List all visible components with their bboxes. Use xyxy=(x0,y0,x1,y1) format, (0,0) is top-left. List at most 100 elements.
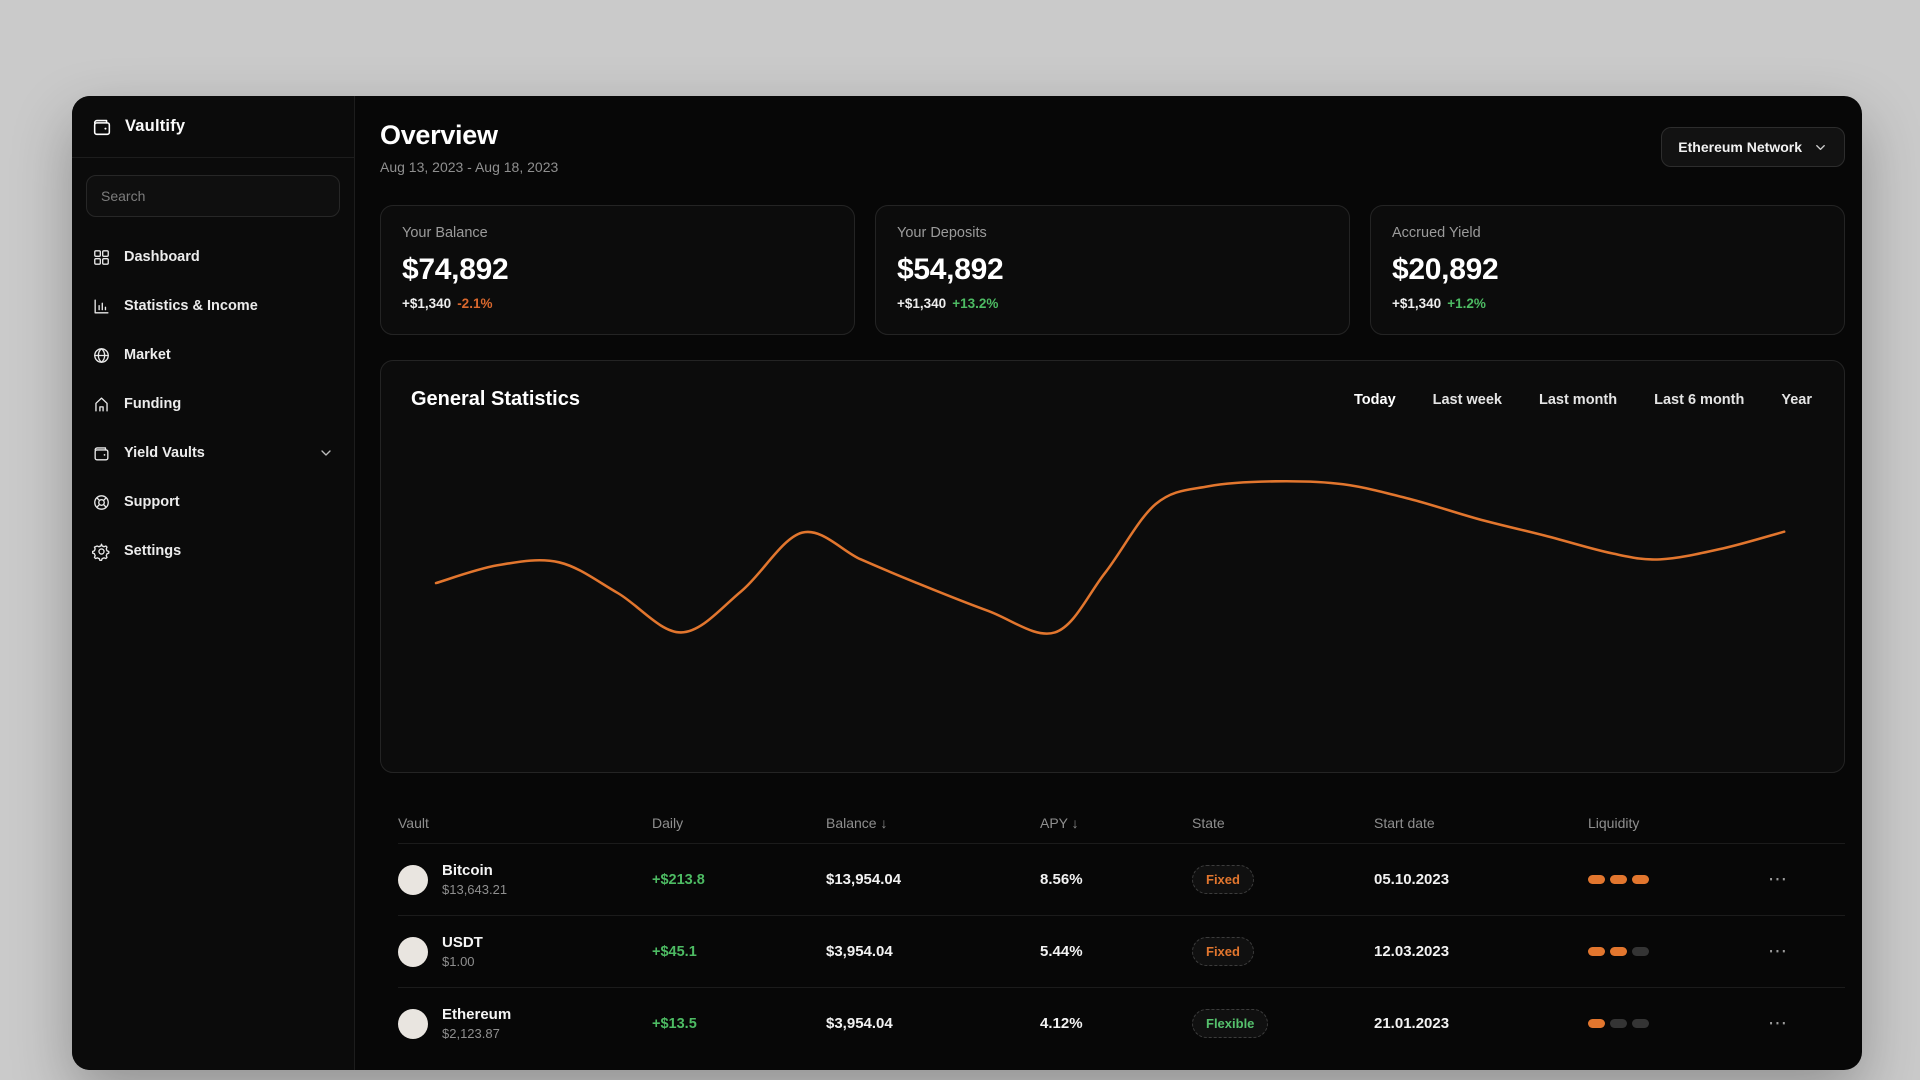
liquidity-dash-inactive xyxy=(1632,947,1649,956)
delta-percent: -2.1% xyxy=(457,296,493,311)
row-menu-button[interactable]: ⋯ xyxy=(1768,942,1845,961)
column-header-daily: Daily xyxy=(652,815,684,831)
stat-card-accrued-yield: Accrued Yield $20,892 +$1,340 +1.2% xyxy=(1370,205,1845,335)
liquidity-dash-active xyxy=(1610,875,1627,884)
vault-price: $2,123.87 xyxy=(442,1026,500,1041)
stat-card-your-deposits: Your Deposits $54,892 +$1,340 +13.2% xyxy=(875,205,1350,335)
balance-value: $13,954.04 xyxy=(826,871,902,888)
daily-change: +$213.8 xyxy=(652,871,705,888)
sidebar-item-dashboard[interactable]: Dashboard xyxy=(86,236,340,278)
apy-value: 8.56% xyxy=(1040,871,1083,888)
card-label: Accrued Yield xyxy=(1392,225,1481,241)
chevron-down-icon xyxy=(1813,140,1828,155)
state-badge: Flexible xyxy=(1192,1009,1269,1038)
vault-cell[interactable]: Ethereum $2,123.87 xyxy=(398,1006,652,1041)
card-delta: +$1,340 +1.2% xyxy=(1392,296,1823,311)
balance-value: $3,954.04 xyxy=(826,1015,893,1032)
column-header-state: State xyxy=(1192,815,1225,831)
statistics-panel: General Statistics Today Last week Last mo… xyxy=(380,360,1845,773)
stat-cards-row: Your Balance $74,892 +$1,340 -2.1% Your Depo… xyxy=(380,205,1845,335)
statistics-chart xyxy=(434,479,1786,635)
wallet-icon xyxy=(92,444,111,463)
page-title: Overview xyxy=(380,120,498,150)
card-label: Your Balance xyxy=(402,225,488,241)
sidebar-item-support[interactable]: Support xyxy=(86,481,340,523)
delta-percent: +1.2% xyxy=(1447,296,1486,311)
delta-amount: +$1,340 xyxy=(402,296,452,311)
column-header-balance[interactable]: Balance ↓ xyxy=(826,815,1040,831)
tab-last-week[interactable]: Last week xyxy=(1433,392,1502,408)
state-badge: Fixed xyxy=(1192,865,1254,894)
liquidity-dash-inactive xyxy=(1610,1019,1627,1028)
stats-icon xyxy=(92,297,111,316)
dashboard-icon xyxy=(92,248,111,267)
sidebar-item-settings[interactable]: Settings xyxy=(86,530,340,572)
sidebar-item-label: Dashboard xyxy=(124,249,200,265)
coin-avatar xyxy=(398,1008,428,1039)
liquidity-dash-active xyxy=(1588,1019,1605,1028)
start-date: 12.03.2023 xyxy=(1374,943,1450,960)
card-value: $54,892 xyxy=(897,253,1004,286)
date-range: Aug 13, 2023 - Aug 18, 2023 xyxy=(380,159,559,175)
card-value: $20,892 xyxy=(1392,253,1499,286)
coin-avatar xyxy=(398,864,428,895)
column-header-liquidity: Liquidity xyxy=(1588,815,1640,831)
vault-name: Ethereum xyxy=(442,1006,512,1023)
card-delta: +$1,340 +13.2% xyxy=(897,296,1328,311)
delta-amount: +$1,340 xyxy=(1392,296,1442,311)
liquidity-indicator xyxy=(1588,875,1768,884)
tab-last-6-month[interactable]: Last 6 month xyxy=(1654,392,1744,408)
app-window: Vaultify Dashboard Statistics & Income Mar… xyxy=(72,96,1862,1070)
liquidity-dash-inactive xyxy=(1632,1019,1649,1028)
sidebar-item-label: Yield Vaults xyxy=(124,445,205,461)
start-date: 21.01.2023 xyxy=(1374,1015,1450,1032)
daily-change: +$45.1 xyxy=(652,943,697,960)
network-label: Ethereum Network xyxy=(1678,139,1802,155)
sidebar-item-label: Market xyxy=(124,347,171,363)
table-header: Vault Daily Balance ↓ APY ↓ State Start date L… xyxy=(398,803,1845,843)
tab-last-month[interactable]: Last month xyxy=(1539,392,1617,408)
delta-percent: +13.2% xyxy=(952,296,999,311)
vault-cell[interactable]: Bitcoin $13,643.21 xyxy=(398,862,652,897)
row-menu-button[interactable]: ⋯ xyxy=(1768,1014,1845,1033)
chevron-down-icon xyxy=(318,445,334,461)
coin-avatar xyxy=(398,936,428,967)
time-range-tabs: Today Last week Last month Last 6 month Year xyxy=(1354,392,1812,408)
support-icon xyxy=(92,493,111,512)
network-selector-button[interactable]: Ethereum Network xyxy=(1661,127,1845,167)
liquidity-indicator xyxy=(1588,1019,1768,1028)
liquidity-dash-active xyxy=(1588,875,1605,884)
apy-value: 5.44% xyxy=(1040,943,1083,960)
gear-icon xyxy=(92,542,111,561)
tab-today[interactable]: Today xyxy=(1354,392,1396,408)
tab-year[interactable]: Year xyxy=(1781,392,1812,408)
sidebar-item-label: Funding xyxy=(124,396,182,412)
vault-cell[interactable]: USDT $1.00 xyxy=(398,934,652,969)
card-value: $74,892 xyxy=(402,253,509,286)
globe-icon xyxy=(92,346,111,365)
card-label: Your Deposits xyxy=(897,225,987,241)
search-input[interactable] xyxy=(86,175,340,217)
column-header-apy[interactable]: APY ↓ xyxy=(1040,815,1192,831)
liquidity-dash-active xyxy=(1632,875,1649,884)
liquidity-dash-active xyxy=(1610,947,1627,956)
apy-value: 4.12% xyxy=(1040,1015,1083,1032)
column-header-start-date: Start date xyxy=(1374,815,1435,831)
sidebar-item-funding[interactable]: Funding xyxy=(86,383,340,425)
card-delta: +$1,340 -2.1% xyxy=(402,296,833,311)
sidebar-item-statistics-income[interactable]: Statistics & Income xyxy=(86,285,340,327)
main-content: Overview Aug 13, 2023 - Aug 18, 2023 Eth… xyxy=(355,96,1862,1070)
liquidity-dash-active xyxy=(1588,947,1605,956)
app-logo: Vaultify xyxy=(72,96,354,158)
sidebar: Vaultify Dashboard Statistics & Income Mar… xyxy=(72,96,355,1070)
table-row-ethereum: Ethereum $2,123.87 +$13.5 $3,954.04 4.12% Fle… xyxy=(398,987,1845,1059)
sidebar-item-yield-vaults[interactable]: Yield Vaults xyxy=(86,432,340,474)
stat-card-your-balance: Your Balance $74,892 +$1,340 -2.1% xyxy=(380,205,855,335)
balance-value: $3,954.04 xyxy=(826,943,893,960)
daily-change: +$13.5 xyxy=(652,1015,697,1032)
sidebar-item-market[interactable]: Market xyxy=(86,334,340,376)
delta-amount: +$1,340 xyxy=(897,296,947,311)
state-badge: Fixed xyxy=(1192,937,1254,966)
sidebar-item-label: Statistics & Income xyxy=(124,298,258,314)
row-menu-button[interactable]: ⋯ xyxy=(1768,870,1845,889)
